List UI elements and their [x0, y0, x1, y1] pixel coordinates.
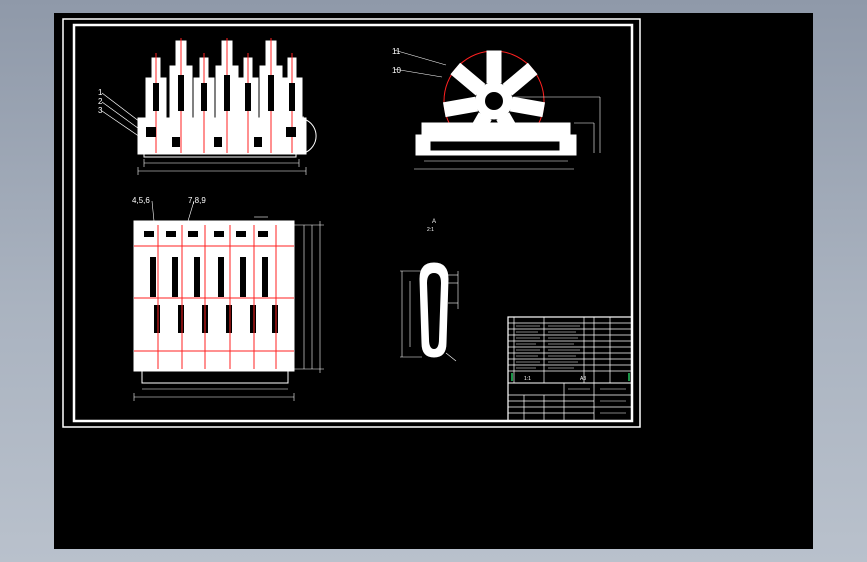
- cad-viewport[interactable]: 1 2 3 A 11 10 4,5,6 7,8,9 A 2:1 1:1 A3: [54, 13, 813, 549]
- title-block: [507, 316, 633, 422]
- detail-a-scale: 2:1: [427, 227, 434, 233]
- title-block-scale: 1:1: [524, 376, 531, 382]
- callout-4-5-6: 4,5,6: [132, 196, 150, 205]
- callout-10: 10: [392, 66, 401, 75]
- top-view: [133, 200, 324, 401]
- callout-7-8-9: 7,8,9: [188, 196, 206, 205]
- callout-2: 2: [98, 97, 103, 106]
- detail-a-title: A: [432, 219, 436, 225]
- drawing-canvas: 1 2 3 A 11 10 4,5,6 7,8,9 A 2:1 1:1 A3: [62, 18, 641, 428]
- callout-a: A: [295, 109, 300, 116]
- callout-1: 1: [98, 88, 103, 97]
- title-block-size: A3: [580, 376, 586, 382]
- detail-a-view: [400, 262, 459, 362]
- callout-3: 3: [98, 106, 103, 115]
- side-view: [393, 49, 601, 170]
- callout-11: 11: [392, 47, 401, 56]
- front-view: [101, 38, 317, 175]
